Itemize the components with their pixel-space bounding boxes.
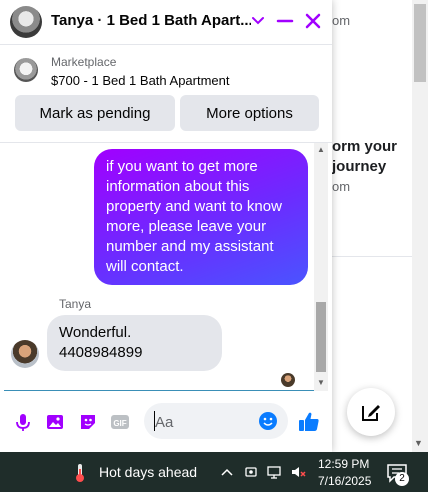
page-scrollbar-thumb[interactable]: [414, 4, 426, 82]
network-icon[interactable]: [266, 464, 282, 480]
thermometer-icon[interactable]: [70, 462, 90, 484]
volume-muted-icon[interactable]: [290, 464, 306, 480]
chat-title[interactable]: Tanya · 1 Bed 1 Bath Apart...: [51, 12, 251, 29]
chat-header: Tanya · 1 Bed 1 Bath Apart...: [0, 0, 332, 45]
sender-avatar[interactable]: [11, 340, 39, 368]
background-heading: orm your: [332, 138, 398, 155]
background-heading-2: journey: [332, 158, 387, 175]
background-divider: [332, 256, 412, 257]
clock-time[interactable]: 12:59 PM: [318, 457, 369, 471]
chat-scrollbar-thumb[interactable]: [316, 302, 326, 372]
weather-widget[interactable]: Hot days ahead: [99, 464, 197, 480]
svg-text:GIF: GIF: [113, 419, 126, 428]
emoji-icon[interactable]: [258, 411, 278, 431]
chat-window: Tanya · 1 Bed 1 Bath Apart... Marketplac…: [0, 0, 332, 452]
minimize-icon[interactable]: [272, 8, 298, 34]
taskbar: Hot days ahead 12:59 PM 7/16/2025 2: [0, 452, 428, 492]
listing-preview[interactable]: Marketplace $700 - 1 Bed 1 Bath Apartmen…: [0, 45, 332, 91]
outgoing-message[interactable]: if you want to get more information abou…: [94, 149, 308, 285]
more-options-button[interactable]: More options: [180, 95, 319, 131]
compose-icon: [362, 405, 380, 421]
thumbs-up-icon[interactable]: [297, 410, 321, 434]
message-input-placeholder: Aa: [155, 414, 174, 431]
listing-title: $700 - 1 Bed 1 Bath Apartment: [51, 73, 230, 88]
message-list: if you want to get more information abou…: [0, 143, 332, 391]
seen-receipt-avatar: [281, 373, 295, 387]
background-text: om: [332, 13, 351, 28]
listing-thumbnail: [14, 58, 38, 82]
background-text-2: om: [332, 179, 351, 194]
sender-name: Tanya: [59, 297, 92, 311]
contact-avatar[interactable]: [10, 6, 42, 38]
incoming-message[interactable]: Wonderful. 4408984899: [47, 315, 222, 371]
close-icon[interactable]: [300, 8, 326, 34]
page-scroll-down-arrow[interactable]: ▼: [414, 438, 423, 448]
notification-badge: 2: [395, 472, 409, 486]
chevron-down-icon[interactable]: [245, 8, 271, 34]
message-line: Wonderful.: [59, 324, 132, 341]
listing-source: Marketplace: [51, 55, 117, 69]
gif-icon[interactable]: GIF: [110, 412, 130, 432]
composer: GIF Aa: [0, 391, 332, 452]
microphone-icon[interactable]: [13, 412, 33, 432]
chat-scroll-up-arrow[interactable]: ▲: [317, 145, 325, 154]
meet-now-icon[interactable]: [243, 464, 259, 480]
message-line: 4408984899: [59, 344, 143, 361]
clock-date[interactable]: 7/16/2025: [318, 474, 371, 488]
new-message-button[interactable]: [347, 388, 395, 436]
mark-as-pending-button[interactable]: Mark as pending: [15, 95, 175, 131]
chevron-up-icon[interactable]: [219, 464, 235, 480]
chat-scroll-down-arrow[interactable]: ▼: [317, 378, 325, 387]
photo-icon[interactable]: [45, 412, 65, 432]
sticker-icon[interactable]: [78, 412, 98, 432]
